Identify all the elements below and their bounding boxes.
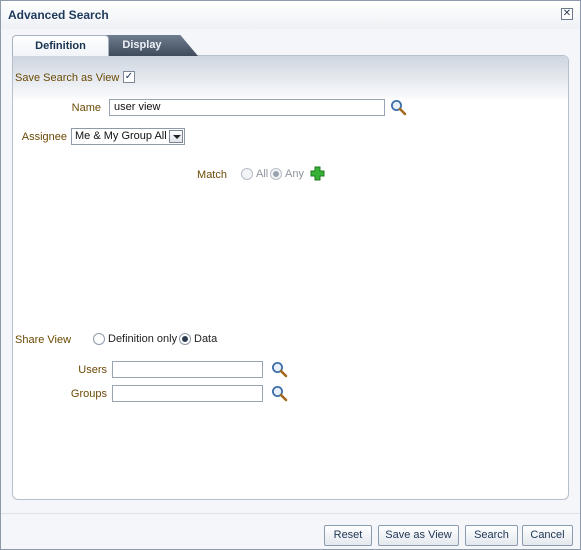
share-data-radio[interactable] — [179, 333, 191, 345]
name-search-icon[interactable] — [390, 99, 407, 116]
match-all-label: All — [256, 168, 269, 180]
tab-definition[interactable]: Definition — [12, 35, 109, 56]
chevron-down-icon[interactable] — [169, 130, 183, 143]
share-data-label: Data — [194, 333, 218, 345]
assignee-select[interactable]: Me & My Group All — [71, 128, 185, 145]
match-any-radio[interactable] — [270, 168, 282, 180]
save-as-view-button[interactable]: Save as View — [378, 525, 459, 546]
tab-display[interactable]: Display — [100, 35, 198, 56]
advanced-search-dialog: Advanced Search ✕ Display Definition Sav… — [0, 0, 581, 550]
save-as-view-checkbox[interactable]: ✓ — [123, 71, 135, 83]
match-any-label: Any — [285, 168, 304, 180]
assignee-label: Assignee — [21, 131, 67, 143]
reset-button[interactable]: Reset — [324, 525, 372, 546]
footer-divider — [1, 513, 580, 514]
cancel-button[interactable]: Cancel — [522, 525, 573, 546]
users-input[interactable] — [112, 361, 263, 378]
users-search-icon[interactable] — [271, 361, 288, 378]
match-all-radio[interactable] — [241, 168, 253, 180]
search-button[interactable]: Search — [465, 525, 518, 546]
dialog-titlebar: Advanced Search ✕ — [1, 1, 580, 29]
save-as-view-label: Save Search as View — [15, 72, 120, 84]
close-icon[interactable]: ✕ — [561, 8, 573, 20]
groups-label: Groups — [70, 388, 107, 400]
definition-panel — [12, 55, 569, 500]
groups-search-icon[interactable] — [271, 385, 288, 402]
add-criteria-plus-icon[interactable] — [310, 166, 325, 181]
match-label: Match — [197, 169, 227, 181]
share-view-label: Share View — [15, 334, 72, 346]
name-label: Name — [71, 102, 101, 114]
groups-input[interactable] — [112, 385, 263, 402]
users-label: Users — [78, 364, 107, 376]
name-input[interactable]: user view — [109, 99, 385, 116]
dialog-title: Advanced Search — [8, 8, 109, 22]
share-definition-only-label: Definition only — [108, 333, 178, 345]
share-definition-only-radio[interactable] — [93, 333, 105, 345]
assignee-select-value: Me & My Group All — [75, 130, 167, 142]
